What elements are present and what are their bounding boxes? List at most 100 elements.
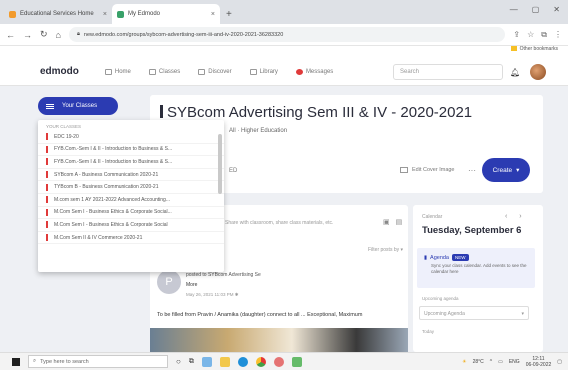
- your-classes-button[interactable]: Your Classes: [38, 97, 118, 115]
- bell-icon[interactable]: 🔔︎: [510, 68, 520, 77]
- new-tab-button[interactable]: +: [226, 9, 232, 20]
- nav-label: Home: [114, 68, 131, 75]
- filter-dropdown[interactable]: Filter posts by ▾: [368, 247, 403, 253]
- bookmark-other[interactable]: Other bookmarks: [520, 46, 558, 52]
- back-icon[interactable]: ←: [6, 30, 15, 40]
- nav-library[interactable]: Library: [249, 68, 278, 75]
- windows-start-icon[interactable]: [12, 357, 20, 366]
- bookmarks-bar: Other bookmarks: [0, 46, 568, 58]
- extensions-icon[interactable]: ⧉: [541, 30, 547, 40]
- agenda-title: ▮ Agenda NEW: [424, 254, 469, 261]
- post-input[interactable]: Share with classroom, share class materi…: [225, 220, 333, 226]
- nav-classes[interactable]: Classes: [148, 68, 181, 75]
- chevron-up-icon[interactable]: ^: [490, 359, 492, 365]
- nav-label: Classes: [158, 68, 181, 75]
- close-icon[interactable]: ×: [103, 11, 107, 18]
- share-icon[interactable]: ⇪: [513, 30, 520, 40]
- edit-cover-image-button[interactable]: Edit Cover Image: [400, 167, 455, 173]
- classes-dropdown: YOUR CLASSES EDC 19-20 FYB.Com.-Sem I & …: [38, 120, 224, 272]
- calendar-icon[interactable]: ▤: [396, 218, 403, 226]
- more-options-button[interactable]: ···: [468, 166, 476, 175]
- url-field[interactable]: 🔒︎ new.edmodo.com/groups/sybcom-advertis…: [68, 27, 506, 42]
- lang-indicator[interactable]: ENG: [509, 359, 520, 365]
- close-icon[interactable]: ×: [211, 11, 215, 18]
- store-app-icon[interactable]: [201, 356, 212, 367]
- post-meta: posted to SYBcom Advertising Se: [186, 272, 261, 278]
- post-author[interactable]: More: [186, 282, 197, 288]
- extension-icons: ⇪ ☆ ⧉ ⋮: [513, 30, 562, 40]
- your-classes-label: Your Classes: [62, 103, 98, 109]
- class-item[interactable]: M.Com Sem II & IV Commerce 2020-21: [38, 232, 224, 245]
- task-view-icon[interactable]: ⧉: [189, 358, 194, 366]
- group-title: SYBcom Advertising Sem III & IV - 2020-2…: [167, 104, 473, 121]
- browser-tab-active[interactable]: My Edmodo ×: [112, 4, 220, 24]
- class-item[interactable]: M.Com Sem I - Business Ethics & Corporat…: [38, 207, 224, 220]
- post-avatar[interactable]: P: [157, 270, 181, 294]
- chrome-app-icon[interactable]: [255, 356, 266, 367]
- post-image[interactable]: [150, 328, 408, 352]
- maximize-icon[interactable]: ▢: [532, 5, 540, 14]
- class-item[interactable]: M.com sem 1 AY 2021-2022 Advanced Accoun…: [38, 194, 224, 207]
- taskbar-search-input[interactable]: ⌕ Type here to search: [28, 355, 168, 368]
- calendar-today-label: Today: [422, 329, 435, 334]
- nav-label: Messages: [305, 68, 334, 75]
- class-item[interactable]: M.Com Sem I - Business Ethics & Corporat…: [38, 219, 224, 232]
- post-tools: ▣ ▤: [383, 218, 402, 226]
- nav-discover[interactable]: Discover: [198, 68, 232, 75]
- notification-icon[interactable]: ▢: [557, 359, 562, 365]
- home-icon[interactable]: ⌂: [56, 30, 61, 40]
- edmodo-logo[interactable]: edmodo: [40, 66, 79, 77]
- class-color-bar: [46, 234, 48, 242]
- attachment-icon[interactable]: ▣: [383, 218, 390, 226]
- class-item[interactable]: TYBcom B - Business Communication 2020-2…: [38, 181, 224, 194]
- dropdown-scrollbar[interactable]: [218, 134, 222, 194]
- temperature[interactable]: 28°C: [473, 359, 484, 365]
- classes-icon: [148, 68, 156, 75]
- home-icon: [104, 68, 112, 75]
- class-item-label: M.Com Sem II & IV Commerce 2020-21: [54, 234, 143, 241]
- class-item[interactable]: SYBcom A - Business Communication 2020-2…: [38, 169, 224, 182]
- agenda-select-value: Upcoming Agenda: [424, 311, 465, 317]
- forward-icon[interactable]: →: [23, 30, 32, 40]
- avatar[interactable]: [530, 64, 547, 80]
- class-item[interactable]: FYB.Com.-Sem I & II - Introduction to Bu…: [38, 144, 224, 157]
- create-button[interactable]: Create ▾: [482, 158, 530, 182]
- class-item[interactable]: EDC 19-20: [38, 131, 224, 144]
- class-item-label: FYB.Com.-Sem I & II - Introduction to Bu…: [54, 146, 173, 153]
- close-window-icon[interactable]: ✕: [553, 5, 560, 14]
- calendar-nav[interactable]: ‹ ›: [505, 213, 527, 220]
- post-date: May 26, 2021 11:03 PM ✱: [186, 292, 239, 298]
- search-input[interactable]: Search: [393, 64, 503, 80]
- class-color-bar: [46, 145, 48, 153]
- explorer-app-icon[interactable]: [219, 356, 230, 367]
- edge-app-icon[interactable]: [237, 356, 248, 367]
- weather-icon[interactable]: ☀: [462, 359, 466, 365]
- tab-favicon-icon: [117, 10, 124, 18]
- group-code: ED: [229, 168, 238, 174]
- taskbar-search-placeholder: Type here to search: [40, 358, 89, 365]
- class-item-label: M.Com Sem I - Business Ethics & Corporat…: [54, 221, 168, 228]
- create-label: Create: [492, 166, 513, 174]
- battery-icon[interactable]: ▭: [498, 359, 503, 365]
- class-item[interactable]: FYB.Com.-Sem I & II - Introduction to Bu…: [38, 156, 224, 169]
- post-date-text: May 26, 2021 11:03 PM: [186, 292, 234, 297]
- agenda-text: Sync your class calendar. Add events to …: [431, 263, 527, 274]
- calendar-date: Tuesday, September 6: [422, 225, 522, 236]
- menu-icon[interactable]: ⋮: [554, 30, 562, 40]
- minimize-icon[interactable]: —: [510, 5, 518, 14]
- star-icon[interactable]: ☆: [527, 30, 534, 40]
- app-icon[interactable]: [291, 356, 302, 367]
- agenda-select[interactable]: Upcoming Agenda ▾: [419, 306, 529, 320]
- nav-messages[interactable]: Messages: [295, 68, 334, 75]
- class-item-label: EDC 19-20: [54, 133, 79, 140]
- reload-icon[interactable]: ↻: [40, 29, 48, 40]
- clock[interactable]: 12:11 06-09-2022: [526, 356, 552, 368]
- chevron-down-icon: ▾: [521, 311, 524, 317]
- media-app-icon[interactable]: [273, 356, 284, 367]
- class-color-bar: [46, 208, 48, 216]
- class-item-label: M.com sem 1 AY 2021-2022 Advanced Accoun…: [54, 196, 170, 203]
- browser-tab[interactable]: Educational Services Home ×: [4, 4, 112, 24]
- header-icons: 🔔︎: [510, 64, 547, 80]
- cortana-icon[interactable]: ○: [176, 357, 181, 366]
- nav-home[interactable]: Home: [104, 68, 131, 75]
